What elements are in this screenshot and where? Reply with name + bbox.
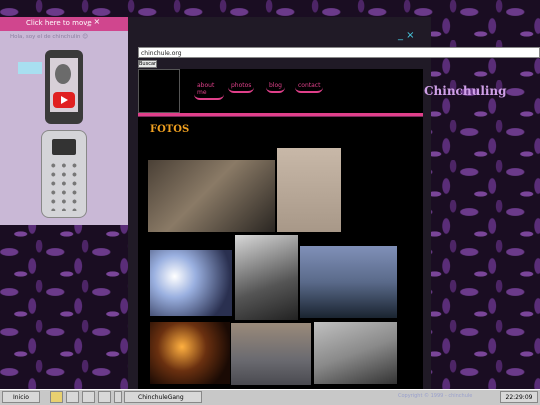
network-icon[interactable] bbox=[98, 391, 111, 403]
widget-subtitle: Hola, soy el de chinchulin 😊 bbox=[10, 34, 88, 40]
photo-portrait[interactable] bbox=[235, 235, 298, 320]
widget-tag bbox=[18, 62, 42, 74]
folder-icon[interactable] bbox=[50, 391, 63, 403]
widget-title-bar[interactable]: Click here to move _ × bbox=[0, 17, 128, 31]
section-title: FOTOS bbox=[150, 124, 190, 135]
url-input[interactable]: chinchule.org bbox=[138, 47, 540, 58]
phone-video-icon[interactable] bbox=[45, 50, 83, 124]
photo-lamp[interactable] bbox=[150, 322, 230, 384]
nav-about[interactable]: about me bbox=[194, 82, 224, 100]
terminal-icon[interactable] bbox=[66, 391, 79, 403]
flip-phone-icon bbox=[41, 130, 87, 218]
flip-phone-screen bbox=[52, 139, 76, 155]
widget-move-label[interactable]: Click here to move bbox=[26, 19, 92, 27]
flip-phone-keypad bbox=[48, 161, 80, 211]
photo-flash[interactable] bbox=[150, 250, 232, 316]
photo-landscape[interactable] bbox=[300, 246, 397, 318]
monitor-icon[interactable] bbox=[82, 391, 95, 403]
phone-photo bbox=[55, 64, 71, 84]
clock: 22:29:09 bbox=[500, 391, 538, 403]
photo-mirror[interactable] bbox=[277, 148, 341, 232]
nav-blog[interactable]: blog bbox=[266, 82, 285, 93]
task-chinchulegang[interactable]: ChinchuleGang bbox=[124, 391, 202, 403]
nav-underline-shadow bbox=[138, 116, 423, 117]
photo-street[interactable] bbox=[231, 323, 311, 385]
copyright-text: Copyright © 1999 - chinchule bbox=[398, 393, 473, 399]
widget-controls[interactable]: _ × bbox=[87, 17, 100, 26]
site-logo-image bbox=[138, 69, 180, 113]
site-brand: Chinchuling bbox=[424, 84, 507, 98]
nav-photos[interactable]: photos bbox=[228, 82, 255, 93]
search-button[interactable]: Buscar bbox=[138, 60, 157, 68]
photo-camera-selfie[interactable] bbox=[314, 322, 397, 384]
nav-contact[interactable]: contact bbox=[295, 82, 324, 93]
window-controls[interactable]: _ × bbox=[398, 30, 415, 41]
headphones-icon[interactable] bbox=[114, 391, 122, 403]
play-icon[interactable] bbox=[53, 92, 75, 108]
photo-desk[interactable] bbox=[148, 160, 275, 232]
start-button[interactable]: Inicio bbox=[2, 391, 40, 403]
